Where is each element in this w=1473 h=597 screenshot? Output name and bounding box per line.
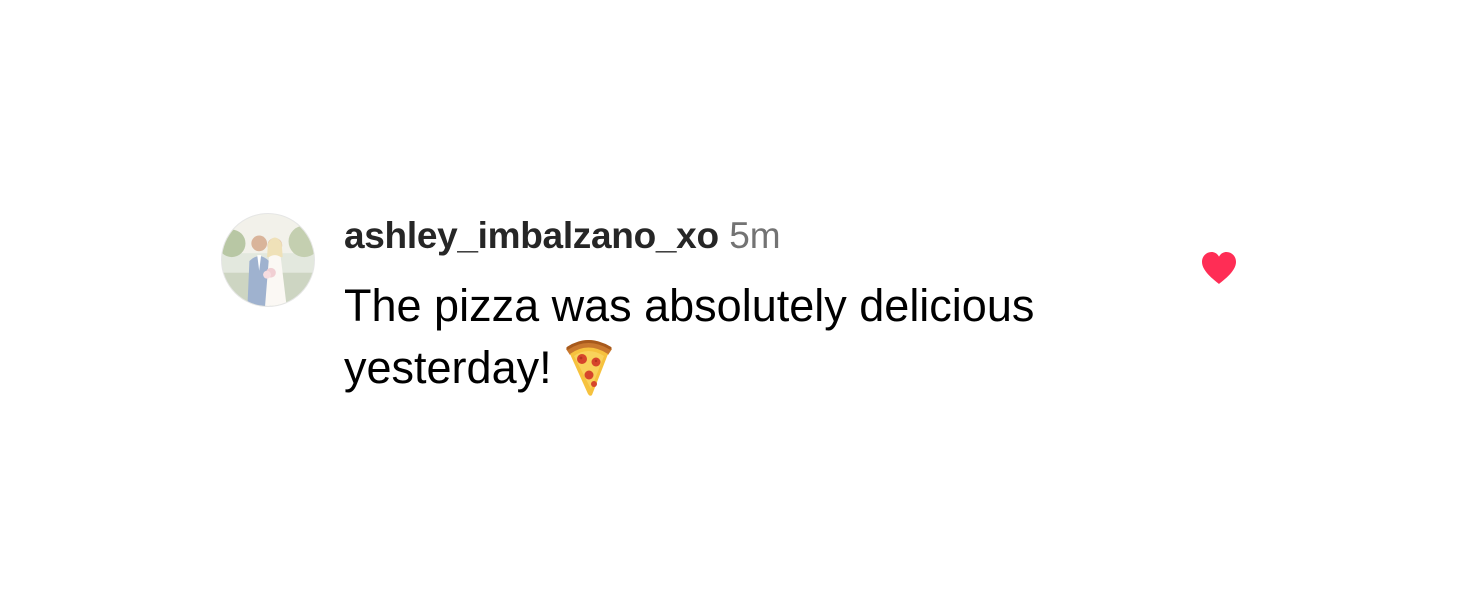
heart-icon <box>1202 252 1236 284</box>
pizza-icon <box>560 335 616 397</box>
comment-body: ashley_imbalzano_xo 5m The pizza was abs… <box>344 213 1184 397</box>
timestamp: 5m <box>729 215 781 256</box>
comment-text: The pizza was absolutely delicious yeste… <box>344 277 1184 397</box>
like-button[interactable] <box>1200 251 1238 285</box>
avatar-photo <box>222 214 314 306</box>
comment-meta: ashley_imbalzano_xo 5m <box>344 213 1184 267</box>
avatar[interactable] <box>221 213 315 307</box>
username-link[interactable]: ashley_imbalzano_xo <box>344 215 719 256</box>
comment-text-content: The pizza was absolutely delicious yeste… <box>344 280 1035 393</box>
